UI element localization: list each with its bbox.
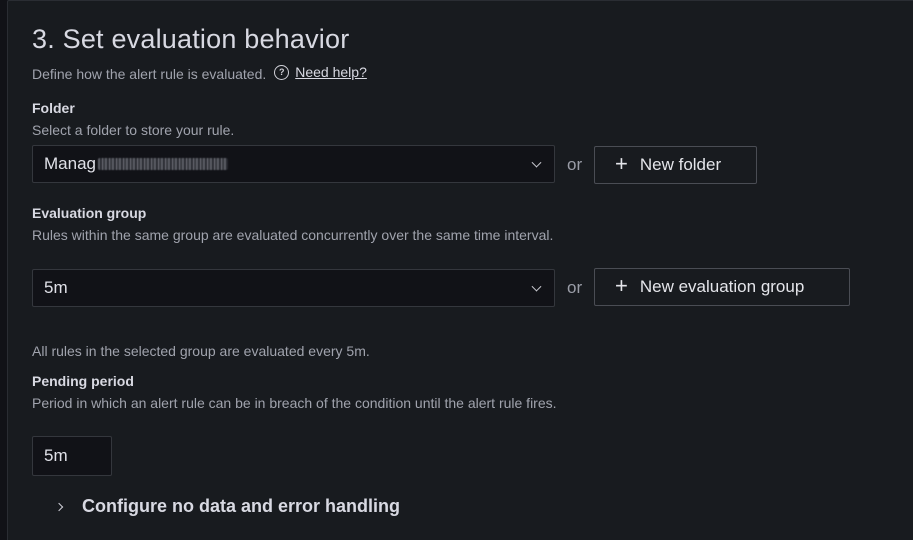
new-evaluation-group-button[interactable]: + New evaluation group bbox=[594, 268, 850, 306]
or-separator: or bbox=[567, 278, 583, 297]
plus-icon: + bbox=[615, 273, 628, 298]
evaluation-group-value: 5m bbox=[44, 278, 68, 297]
new-folder-label: New folder bbox=[639, 155, 722, 174]
folder-hint: Select a folder to store your rule. bbox=[32, 122, 235, 138]
pending-period-value: 5m bbox=[44, 446, 68, 465]
evaluation-group-hint: Rules within the same group are evaluate… bbox=[32, 227, 554, 243]
new-evaluation-group-label: New evaluation group bbox=[639, 277, 805, 296]
or-separator: or bbox=[567, 155, 583, 174]
section-title: 3. Set evaluation behavior bbox=[32, 24, 350, 54]
new-folder-button[interactable]: + New folder bbox=[594, 146, 757, 184]
folder-select[interactable]: Manag bbox=[32, 145, 555, 183]
pending-period-hint: Period in which an alert rule can be in … bbox=[32, 395, 557, 411]
evaluation-group-select[interactable]: 5m bbox=[32, 269, 555, 307]
question-circle-icon[interactable]: ? bbox=[274, 64, 290, 80]
evaluation-group-label: Evaluation group bbox=[32, 205, 147, 221]
section-description-row: Define how the alert rule is evaluated. … bbox=[32, 64, 367, 82]
no-data-error-handling-toggle[interactable]: Configure no data and error handling bbox=[54, 496, 401, 517]
chevron-down-icon bbox=[531, 281, 542, 292]
chevron-right-icon bbox=[54, 502, 64, 511]
section-description: Define how the alert rule is evaluated. bbox=[32, 66, 267, 82]
redacted-text bbox=[97, 158, 228, 170]
folder-label: Folder bbox=[32, 100, 75, 116]
plus-icon: + bbox=[615, 151, 628, 176]
pending-period-label: Pending period bbox=[32, 373, 134, 389]
chevron-down-icon bbox=[531, 157, 542, 168]
evaluation-interval-info: All rules in the selected group are eval… bbox=[32, 343, 370, 359]
need-help-link[interactable]: Need help? bbox=[295, 64, 367, 80]
pending-period-input[interactable]: 5m bbox=[32, 436, 112, 476]
folder-select-value: Manag bbox=[44, 154, 96, 173]
no-data-error-handling-label: Configure no data and error handling bbox=[82, 496, 401, 516]
